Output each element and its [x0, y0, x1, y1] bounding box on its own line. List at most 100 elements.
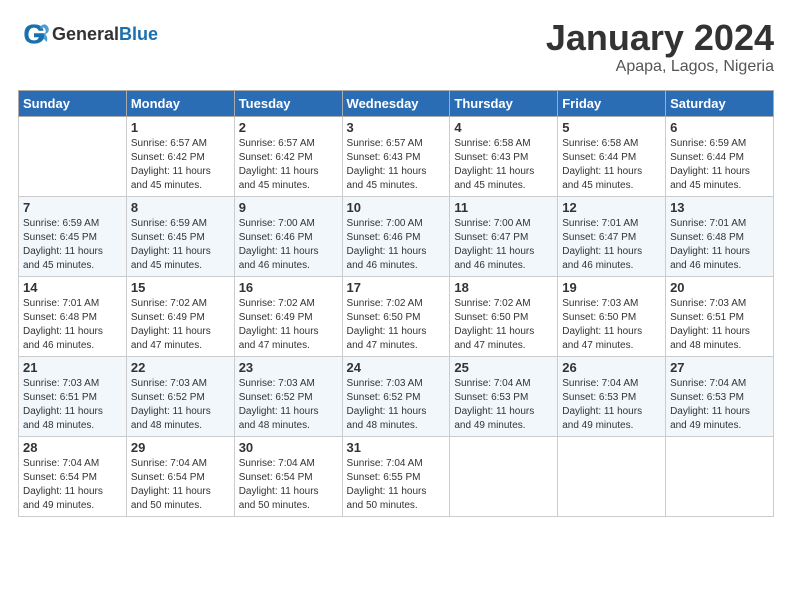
calendar-cell: 10 Sunrise: 7:00 AM Sunset: 6:46 PM Dayli… — [342, 196, 450, 276]
calendar-cell: 14Sunrise: 7:01 AM Sunset: 6:48 PM Dayli… — [19, 276, 127, 356]
day-info: Sunrise: 7:04 AM Sunset: 6:54 PM Dayligh… — [131, 457, 230, 513]
calendar-cell: 31 Sunrise: 7:04 AM Sunset: 6:55 PM Dayli… — [342, 436, 450, 516]
calendar-cell: 15 Sunrise: 7:02 AM Sunset: 6:49 PM Dayli… — [126, 276, 234, 356]
col-header-friday: Friday — [558, 90, 666, 116]
calendar-cell: 28 Sunrise: 7:04 AM Sunset: 6:54 PM Dayli… — [19, 436, 127, 516]
day-number: 23 — [239, 360, 338, 375]
day-number: 31 — [347, 440, 446, 455]
day-number: 2 — [239, 120, 338, 135]
day-number: 13 — [670, 200, 769, 215]
day-info: Sunrise: 6:59 AM Sunset: 6:45 PM Dayligh… — [131, 217, 230, 273]
calendar-cell: 21Sunrise: 7:03 AM Sunset: 6:51 PM Dayli… — [19, 356, 127, 436]
day-number: 19 — [562, 280, 661, 295]
day-number: 18 — [454, 280, 553, 295]
day-info: Sunrise: 6:59 AM Sunset: 6:44 PM Dayligh… — [670, 137, 769, 193]
header-row: SundayMondayTuesdayWednesdayThursdayFrid… — [19, 90, 774, 116]
calendar-cell: 11Sunrise: 7:00 AM Sunset: 6:47 PM Dayli… — [450, 196, 558, 276]
title-block: January 2024 Apapa, Lagos, Nigeria — [546, 18, 774, 76]
day-info: Sunrise: 7:03 AM Sunset: 6:50 PM Dayligh… — [562, 297, 661, 353]
calendar-cell: 24 Sunrise: 7:03 AM Sunset: 6:52 PM Dayli… — [342, 356, 450, 436]
calendar-cell: 5 Sunrise: 6:58 AM Sunset: 6:44 PM Daylig… — [558, 116, 666, 196]
day-info: Sunrise: 7:04 AM Sunset: 6:54 PM Dayligh… — [239, 457, 338, 513]
col-header-tuesday: Tuesday — [234, 90, 342, 116]
day-number: 14 — [23, 280, 122, 295]
day-number: 9 — [239, 200, 338, 215]
day-info: Sunrise: 7:04 AM Sunset: 6:53 PM Dayligh… — [454, 377, 553, 433]
day-info: Sunrise: 7:01 AM Sunset: 6:48 PM Dayligh… — [670, 217, 769, 273]
calendar-cell: 23 Sunrise: 7:03 AM Sunset: 6:52 PM Dayli… — [234, 356, 342, 436]
calendar-cell: 19 Sunrise: 7:03 AM Sunset: 6:50 PM Dayli… — [558, 276, 666, 356]
header: GeneralBlue January 2024 Apapa, Lagos, N… — [18, 18, 774, 76]
day-info: Sunrise: 6:57 AM Sunset: 6:43 PM Dayligh… — [347, 137, 446, 193]
day-number: 5 — [562, 120, 661, 135]
day-info: Sunrise: 6:57 AM Sunset: 6:42 PM Dayligh… — [239, 137, 338, 193]
calendar-cell: 25Sunrise: 7:04 AM Sunset: 6:53 PM Dayli… — [450, 356, 558, 436]
day-number: 24 — [347, 360, 446, 375]
day-info: Sunrise: 7:03 AM Sunset: 6:52 PM Dayligh… — [347, 377, 446, 433]
day-info: Sunrise: 7:00 AM Sunset: 6:46 PM Dayligh… — [239, 217, 338, 273]
calendar-cell — [558, 436, 666, 516]
day-info: Sunrise: 7:01 AM Sunset: 6:47 PM Dayligh… — [562, 217, 661, 273]
day-info: Sunrise: 7:02 AM Sunset: 6:49 PM Dayligh… — [239, 297, 338, 353]
day-number: 8 — [131, 200, 230, 215]
day-info: Sunrise: 7:02 AM Sunset: 6:50 PM Dayligh… — [454, 297, 553, 353]
calendar-cell: 30 Sunrise: 7:04 AM Sunset: 6:54 PM Dayli… — [234, 436, 342, 516]
day-number: 15 — [131, 280, 230, 295]
day-number: 6 — [670, 120, 769, 135]
day-number: 10 — [347, 200, 446, 215]
day-number: 26 — [562, 360, 661, 375]
day-info: Sunrise: 7:04 AM Sunset: 6:53 PM Dayligh… — [562, 377, 661, 433]
day-info: Sunrise: 7:04 AM Sunset: 6:54 PM Dayligh… — [23, 457, 122, 513]
day-info: Sunrise: 7:00 AM Sunset: 6:47 PM Dayligh… — [454, 217, 553, 273]
day-info: Sunrise: 6:58 AM Sunset: 6:44 PM Dayligh… — [562, 137, 661, 193]
week-row-2: 7 Sunrise: 6:59 AM Sunset: 6:45 PM Daylig… — [19, 196, 774, 276]
week-row-4: 21Sunrise: 7:03 AM Sunset: 6:51 PM Dayli… — [19, 356, 774, 436]
calendar-cell: 2 Sunrise: 6:57 AM Sunset: 6:42 PM Daylig… — [234, 116, 342, 196]
day-number: 3 — [347, 120, 446, 135]
col-header-sunday: Sunday — [19, 90, 127, 116]
calendar-cell: 1Sunrise: 6:57 AM Sunset: 6:42 PM Daylig… — [126, 116, 234, 196]
day-number: 17 — [347, 280, 446, 295]
day-info: Sunrise: 7:00 AM Sunset: 6:46 PM Dayligh… — [347, 217, 446, 273]
calendar-table: SundayMondayTuesdayWednesdayThursdayFrid… — [18, 90, 774, 517]
col-header-monday: Monday — [126, 90, 234, 116]
day-info: Sunrise: 7:03 AM Sunset: 6:52 PM Dayligh… — [131, 377, 230, 433]
calendar-cell: 26 Sunrise: 7:04 AM Sunset: 6:53 PM Dayli… — [558, 356, 666, 436]
week-row-3: 14Sunrise: 7:01 AM Sunset: 6:48 PM Dayli… — [19, 276, 774, 356]
day-number: 22 — [131, 360, 230, 375]
calendar-cell: 16 Sunrise: 7:02 AM Sunset: 6:49 PM Dayli… — [234, 276, 342, 356]
day-info: Sunrise: 7:03 AM Sunset: 6:51 PM Dayligh… — [670, 297, 769, 353]
calendar-cell: 27 Sunrise: 7:04 AM Sunset: 6:53 PM Dayli… — [666, 356, 774, 436]
calendar-cell: 13 Sunrise: 7:01 AM Sunset: 6:48 PM Dayli… — [666, 196, 774, 276]
day-info: Sunrise: 7:03 AM Sunset: 6:52 PM Dayligh… — [239, 377, 338, 433]
day-number: 30 — [239, 440, 338, 455]
calendar-cell: 9 Sunrise: 7:00 AM Sunset: 6:46 PM Daylig… — [234, 196, 342, 276]
day-info: Sunrise: 7:04 AM Sunset: 6:53 PM Dayligh… — [670, 377, 769, 433]
day-info: Sunrise: 7:02 AM Sunset: 6:49 PM Dayligh… — [131, 297, 230, 353]
col-header-saturday: Saturday — [666, 90, 774, 116]
col-header-thursday: Thursday — [450, 90, 558, 116]
day-info: Sunrise: 6:58 AM Sunset: 6:43 PM Dayligh… — [454, 137, 553, 193]
calendar-cell: 22 Sunrise: 7:03 AM Sunset: 6:52 PM Dayli… — [126, 356, 234, 436]
day-info: Sunrise: 7:02 AM Sunset: 6:50 PM Dayligh… — [347, 297, 446, 353]
day-number: 12 — [562, 200, 661, 215]
day-number: 27 — [670, 360, 769, 375]
day-info: Sunrise: 7:04 AM Sunset: 6:55 PM Dayligh… — [347, 457, 446, 513]
logo: GeneralBlue — [18, 18, 158, 50]
calendar-cell: 7 Sunrise: 6:59 AM Sunset: 6:45 PM Daylig… — [19, 196, 127, 276]
day-number: 7 — [23, 200, 122, 215]
calendar-cell: 20Sunrise: 7:03 AM Sunset: 6:51 PM Dayli… — [666, 276, 774, 356]
calendar-cell — [450, 436, 558, 516]
col-header-wednesday: Wednesday — [342, 90, 450, 116]
day-info: Sunrise: 6:59 AM Sunset: 6:45 PM Dayligh… — [23, 217, 122, 273]
day-number: 16 — [239, 280, 338, 295]
calendar-cell: 6 Sunrise: 6:59 AM Sunset: 6:44 PM Daylig… — [666, 116, 774, 196]
calendar-cell — [666, 436, 774, 516]
calendar-cell: 29Sunrise: 7:04 AM Sunset: 6:54 PM Dayli… — [126, 436, 234, 516]
day-info: Sunrise: 7:03 AM Sunset: 6:51 PM Dayligh… — [23, 377, 122, 433]
calendar-cell — [19, 116, 127, 196]
day-info: Sunrise: 6:57 AM Sunset: 6:42 PM Dayligh… — [131, 137, 230, 193]
day-number: 28 — [23, 440, 122, 455]
month-title: January 2024 — [546, 18, 774, 58]
page-container: GeneralBlue January 2024 Apapa, Lagos, N… — [0, 0, 792, 527]
